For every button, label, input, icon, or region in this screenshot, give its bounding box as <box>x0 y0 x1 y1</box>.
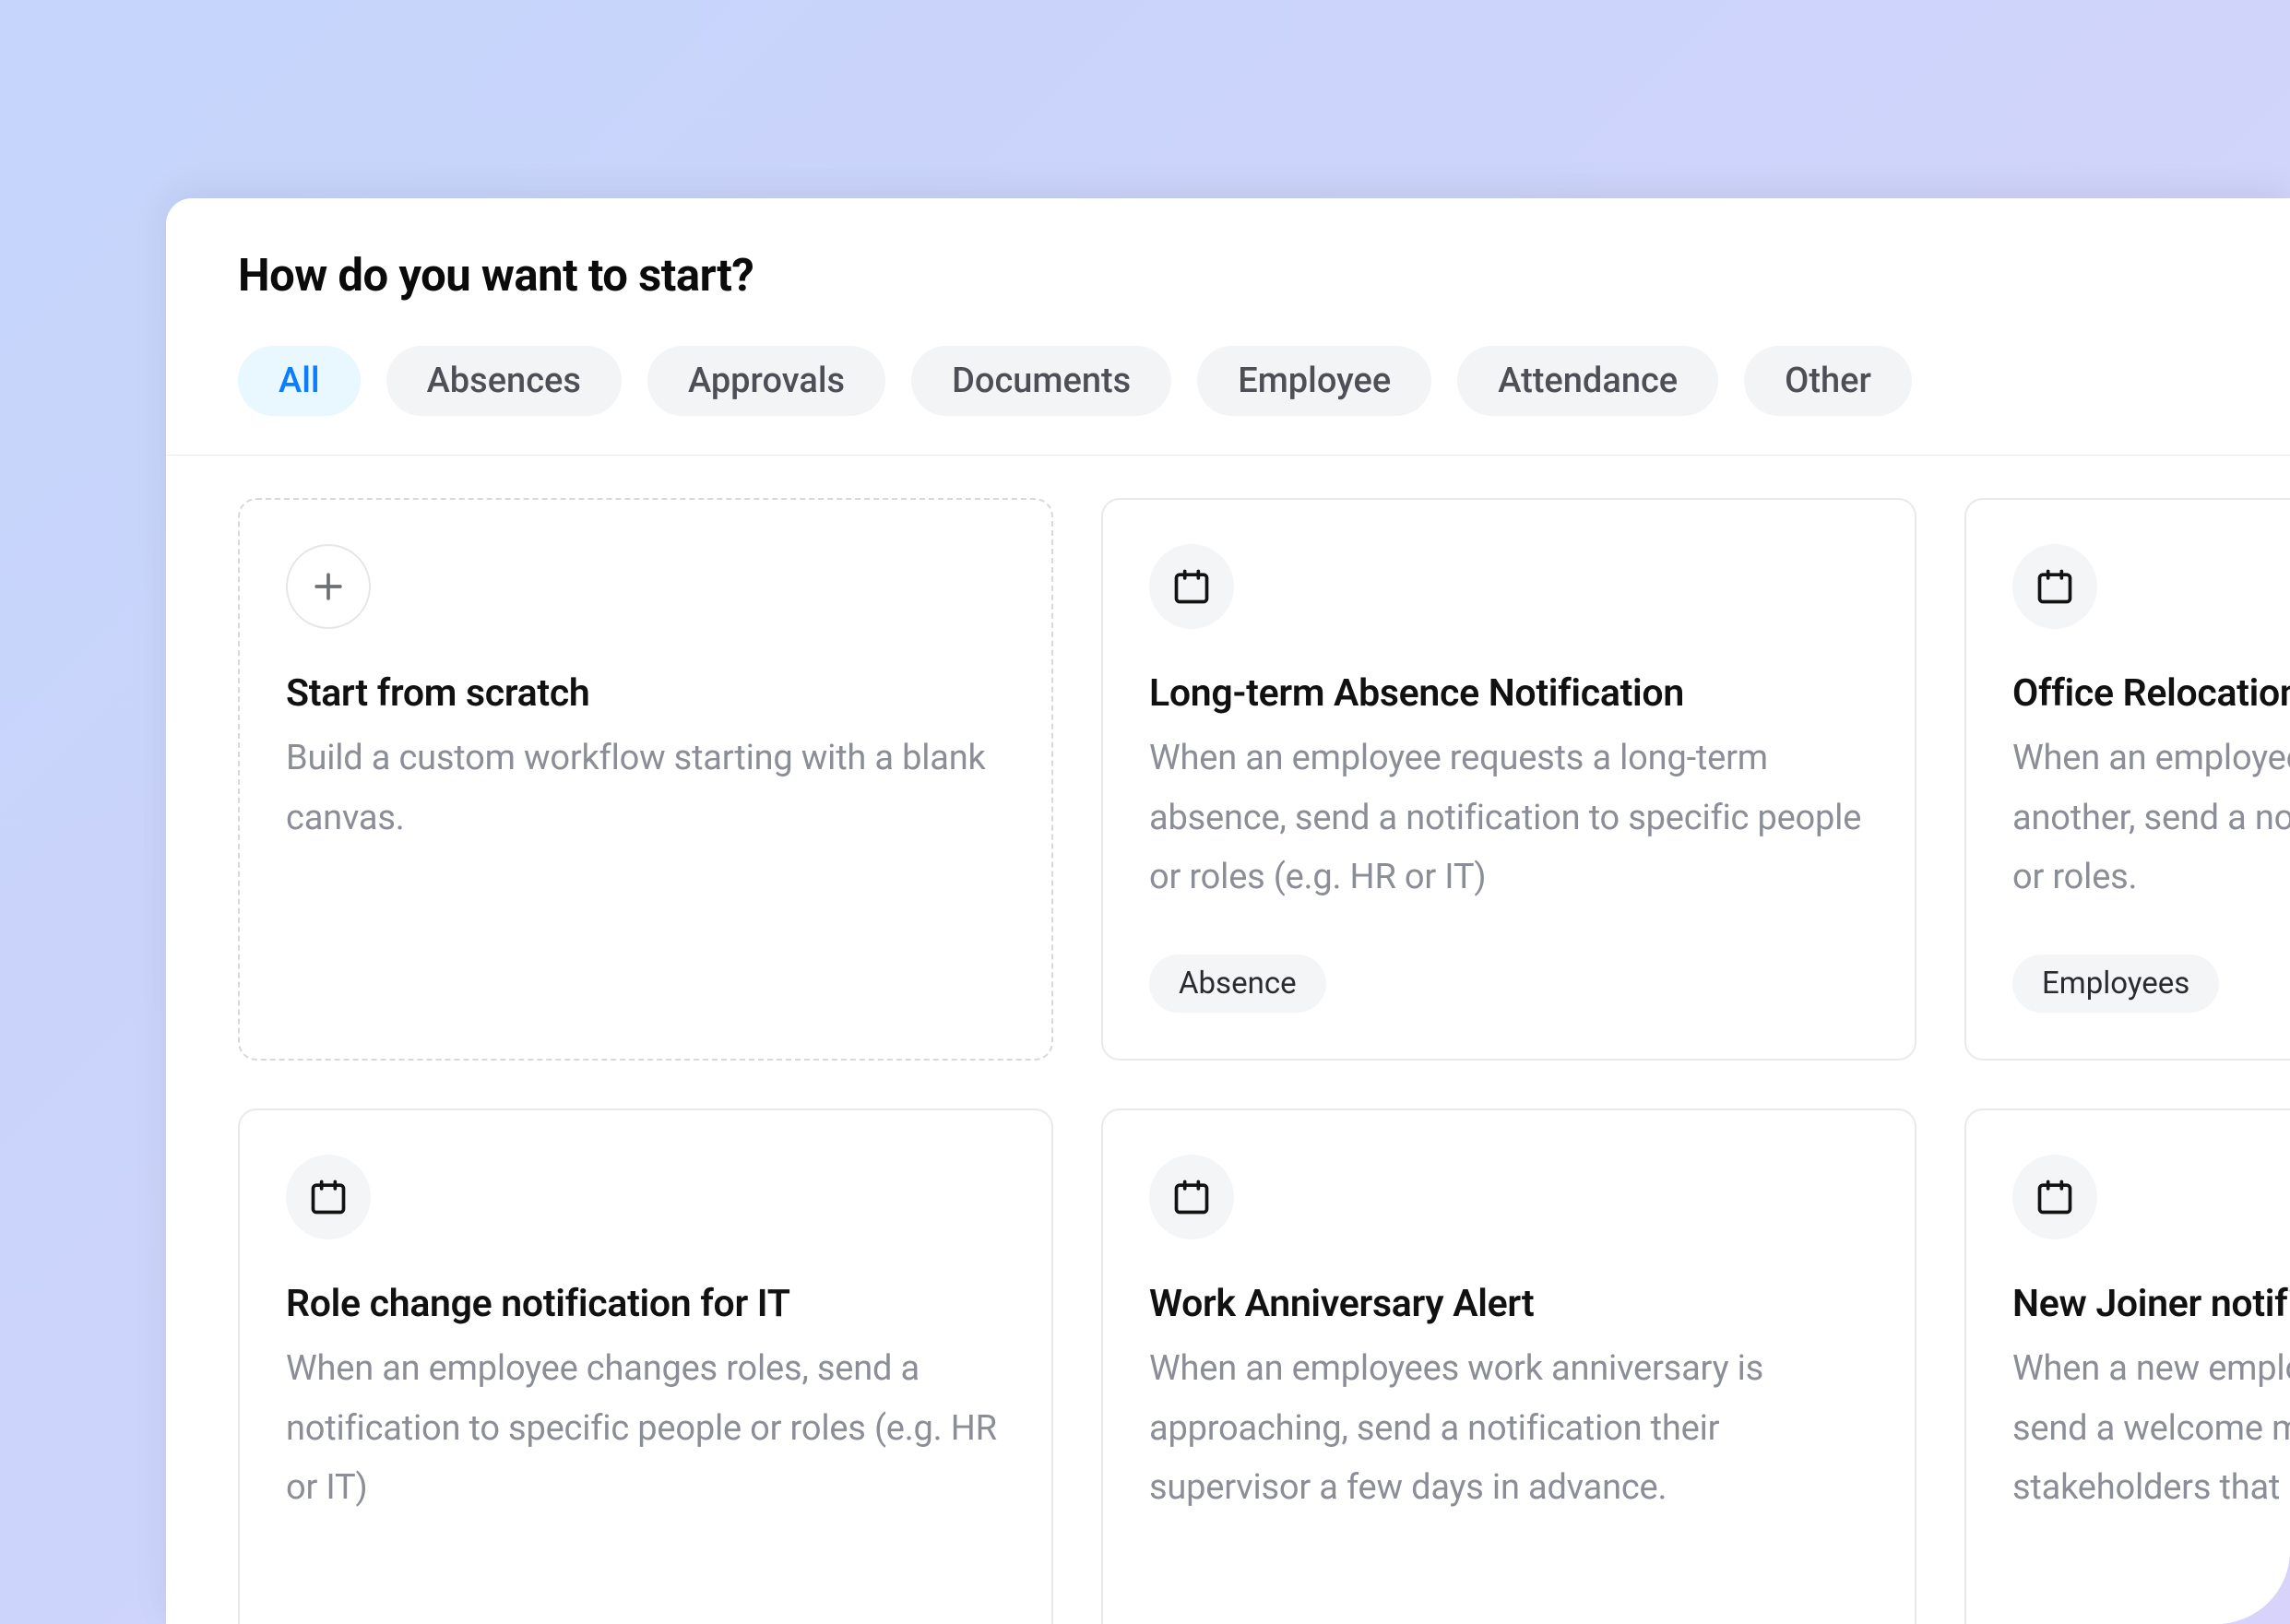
tab-employee[interactable]: Employee <box>1197 346 1431 416</box>
card-title: Long-term Absence Notification <box>1149 671 1869 716</box>
calendar-icon <box>2012 1155 2097 1239</box>
card-description: When an employee changes roles, send a n… <box>286 1339 1005 1518</box>
card-title: Office Relocation <box>2012 671 2290 716</box>
card-title: Start from scratch <box>286 671 1005 716</box>
plus-icon <box>286 544 371 629</box>
card-tags: Employees <box>2012 918 2290 1013</box>
tag-employees: Employees <box>2012 954 2219 1013</box>
page-title: How do you want to start? <box>166 249 2290 302</box>
tab-other[interactable]: Other <box>1744 346 1912 416</box>
card-title: New Joiner notification <box>2012 1282 2290 1326</box>
card-office-relocation[interactable]: Office Relocation When an employee moves… <box>1964 498 2290 1061</box>
tab-attendance[interactable]: Attendance <box>1457 346 1718 416</box>
template-cards-grid: Start from scratch Build a custom workfl… <box>166 456 2290 1624</box>
card-role-change[interactable]: Role change notification for IT When an … <box>238 1108 1053 1624</box>
card-start-from-scratch[interactable]: Start from scratch Build a custom workfl… <box>238 498 1053 1061</box>
card-work-anniversary[interactable]: Work Anniversary Alert When an employees… <box>1101 1108 1916 1624</box>
tab-approvals[interactable]: Approvals <box>647 346 885 416</box>
card-title: Work Anniversary Alert <box>1149 1282 1869 1326</box>
tag-absence: Absence <box>1149 954 1326 1013</box>
calendar-icon <box>1149 1155 1234 1239</box>
card-long-term-absence[interactable]: Long-term Absence Notification When an e… <box>1101 498 1916 1061</box>
card-description: Build a custom workflow starting with a … <box>286 729 1005 848</box>
gradient-backdrop: How do you want to start? All Absences A… <box>0 0 2290 1624</box>
card-description: When an employee moves from one office t… <box>2012 729 2290 907</box>
card-description: When a new employee joins the company, s… <box>2012 1339 2290 1518</box>
calendar-icon <box>2012 544 2097 629</box>
card-title: Role change notification for IT <box>286 1282 1005 1326</box>
card-new-joiner[interactable]: New Joiner notification When a new emplo… <box>1964 1108 2290 1624</box>
filter-tabs: All Absences Approvals Documents Employe… <box>166 302 2290 456</box>
calendar-icon <box>286 1155 371 1239</box>
main-panel: How do you want to start? All Absences A… <box>166 198 2290 1624</box>
card-description: When an employees work anniversary is ap… <box>1149 1339 1869 1518</box>
tab-all[interactable]: All <box>238 346 361 416</box>
card-tags: Absence <box>1149 918 1869 1013</box>
calendar-icon <box>1149 544 1234 629</box>
tab-absences[interactable]: Absences <box>386 346 622 416</box>
card-description: When an employee requests a long-term ab… <box>1149 729 1869 907</box>
tab-documents[interactable]: Documents <box>911 346 1171 416</box>
